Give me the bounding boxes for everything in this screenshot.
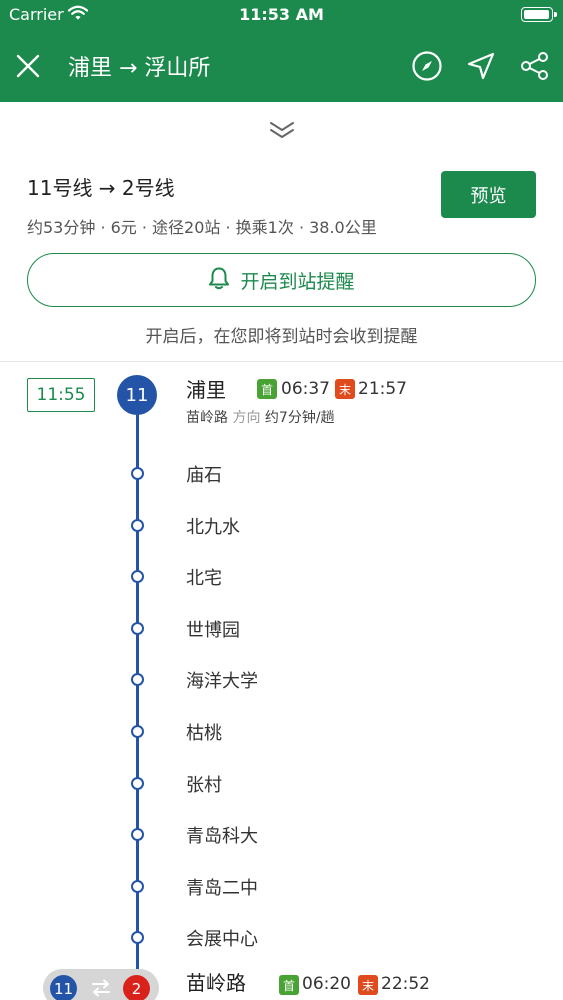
stop-dot [131, 467, 144, 480]
last-train-time: 21:57 [358, 379, 407, 399]
transfer-first-train-badge: 首 [279, 975, 299, 995]
transfer-last-train-badge: 末 [358, 975, 378, 995]
stop-dot [131, 880, 144, 893]
stop-name: 青岛二中 [186, 878, 258, 899]
stop-dot [131, 570, 144, 583]
transfer-indicator: 11 2 [43, 969, 159, 1000]
first-train-time: 06:37 [281, 379, 330, 399]
route-meta: 约53分钟 · 6元 · 途径20站 · 换乘1次 · 38.0公里 [27, 218, 377, 237]
direction-info: 苗岭路 方向 约7分钟/趟 [186, 407, 335, 427]
line-11-track [136, 410, 139, 980]
close-icon[interactable] [10, 46, 46, 86]
page-title: 浦里 → 浮山所 [68, 56, 211, 81]
nav-bar: 浦里 → 浮山所 [0, 30, 563, 102]
stop-name: 青岛科大 [186, 826, 258, 847]
stop-dot [131, 725, 144, 738]
stop-name: 张村 [186, 775, 222, 796]
stop-name: 世博园 [186, 620, 240, 641]
departure-time: 11:55 [27, 378, 95, 412]
stop-name: 北宅 [186, 568, 222, 589]
reminder-hint: 开启后，在您即将到站时会收到提醒 [145, 327, 418, 347]
transfer-arrows-icon [90, 977, 112, 999]
clock-label: 11:53 AM [239, 5, 324, 24]
line-2-badge-small: 2 [123, 975, 150, 1000]
stop-name: 会展中心 [186, 929, 258, 950]
navigate-icon[interactable] [461, 46, 501, 86]
stop-name: 北九水 [186, 517, 240, 538]
line-11-badge-small: 11 [50, 975, 77, 1000]
bell-icon [208, 266, 230, 294]
direction-station: 苗岭路 [186, 410, 228, 426]
direction-label: 方向 [232, 410, 261, 426]
transfer-station-name: 苗岭路 [186, 971, 246, 995]
reminder-label: 开启到站提醒 [240, 270, 355, 293]
stop-dot [131, 828, 144, 841]
collapse-chevron-icon[interactable] [266, 118, 298, 142]
line-11-badge: 11 [117, 375, 157, 415]
train-interval: 约7分钟/趟 [264, 410, 335, 426]
last-train-badge: 末 [335, 379, 355, 399]
stop-dot [131, 777, 144, 790]
battery-fill [524, 10, 549, 19]
stop-dot [131, 931, 144, 944]
status-bar: Carrier 11:53 AM [0, 0, 563, 30]
stop-name: 庙石 [186, 465, 222, 486]
transfer-first-train-time: 06:20 [302, 974, 351, 994]
stop-dot [131, 622, 144, 635]
share-icon[interactable] [515, 46, 555, 86]
stop-name: 枯桃 [186, 723, 222, 744]
start-station-name: 浦里 [186, 378, 226, 402]
arrival-reminder-button[interactable]: 开启到站提醒 [27, 253, 536, 307]
route-title: 11号线 → 2号线 [27, 176, 175, 200]
battery-icon [521, 7, 557, 22]
stop-name: 海洋大学 [186, 671, 258, 692]
transfer-last-train-time: 22:52 [381, 974, 430, 994]
stop-dot [131, 519, 144, 532]
stop-dot [131, 673, 144, 686]
first-train-badge: 首 [257, 379, 277, 399]
divider [0, 361, 563, 362]
preview-button[interactable]: 预览 [441, 171, 536, 218]
compass-icon[interactable] [407, 46, 447, 86]
